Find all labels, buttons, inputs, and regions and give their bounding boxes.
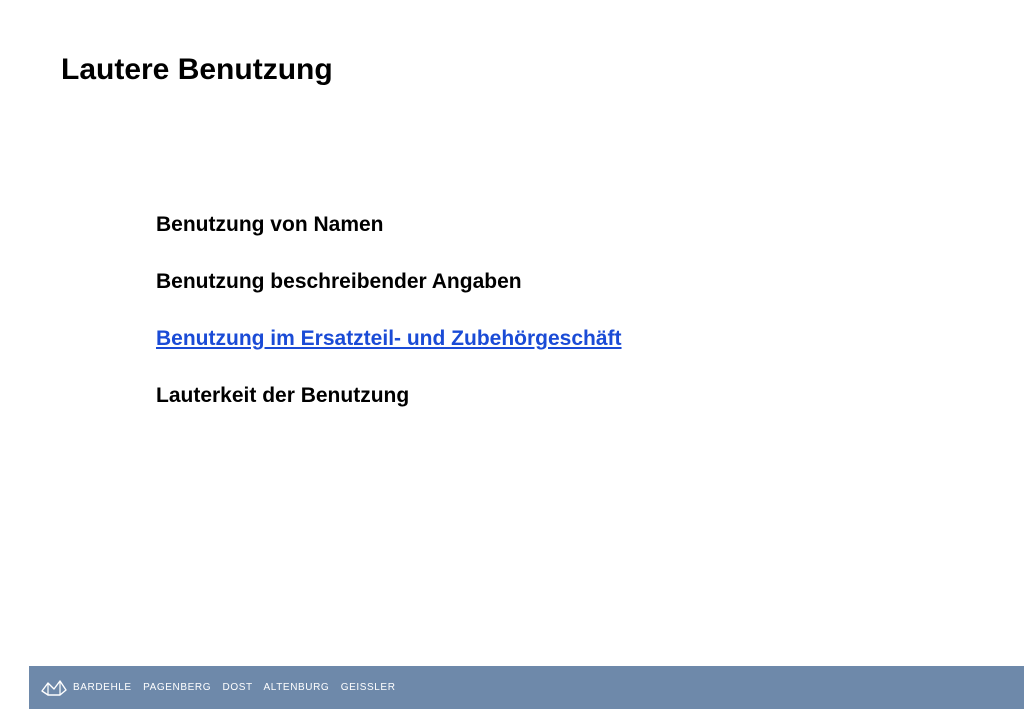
topic-item-fairness: Lauterkeit der Benutzung: [156, 382, 622, 439]
topic-label: Benutzung von Namen: [156, 213, 384, 236]
firm-name-part: GEISSLER: [340, 682, 396, 693]
spare-parts-link[interactable]: Benutzung im Ersatzteil- und Zubehörgesc…: [156, 327, 622, 350]
firm-name-part: BARDEHLE: [73, 682, 132, 693]
firm-name: BARDEHLE PAGENBERG DOST ALTENBURG GEISSL…: [73, 682, 404, 693]
topic-label: Benutzung beschreibender Angaben: [156, 270, 522, 293]
topic-item-descriptive-indications: Benutzung beschreibender Angaben: [156, 268, 622, 325]
topic-item-names: Benutzung von Namen: [156, 211, 622, 268]
firm-name-part: DOST: [222, 682, 253, 693]
firm-name-part: PAGENBERG: [143, 682, 212, 693]
firm-name-part: ALTENBURG: [263, 682, 330, 693]
slide-title: Lautere Benutzung: [61, 53, 333, 86]
footer-bar: BARDEHLE PAGENBERG DOST ALTENBURG GEISSL…: [29, 666, 1024, 709]
topic-label: Lauterkeit der Benutzung: [156, 384, 410, 407]
topic-item-spare-parts: Benutzung im Ersatzteil- und Zubehörgesc…: [156, 325, 622, 382]
topic-list: Benutzung von Namen Benutzung beschreibe…: [156, 211, 622, 439]
firm-logo-icon: [41, 679, 67, 696]
